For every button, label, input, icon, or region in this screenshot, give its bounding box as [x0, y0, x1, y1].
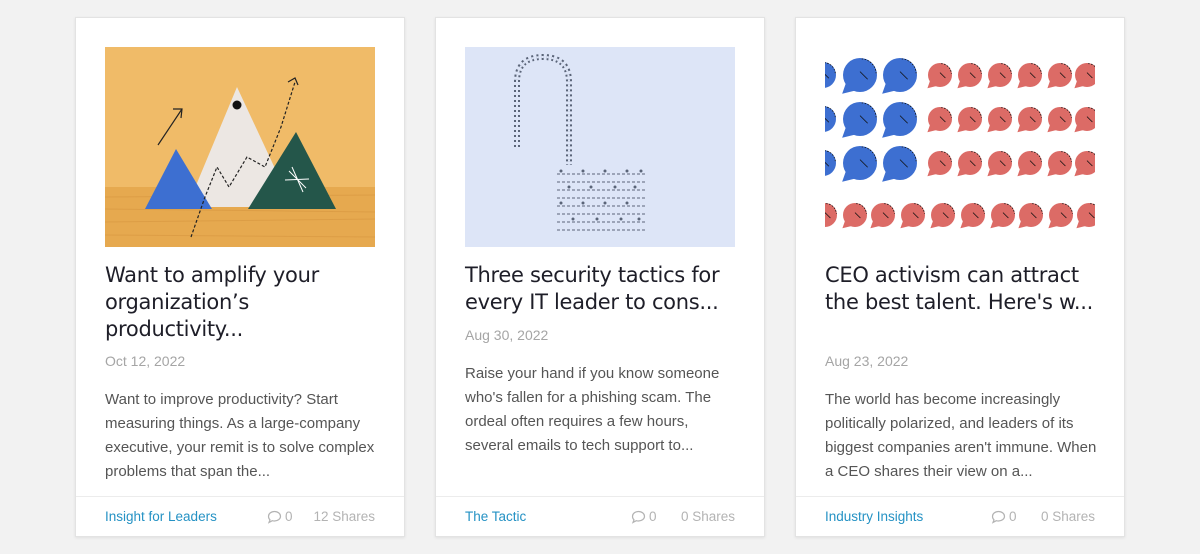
comment-count[interactable]: 0	[267, 509, 293, 524]
article-excerpt: The world has become increasingly politi…	[825, 391, 1097, 480]
share-count[interactable]: 0 Shares	[1041, 509, 1095, 524]
comment-count-value: 0	[649, 509, 657, 524]
category-link[interactable]: The Tactic	[465, 509, 526, 524]
mountains-illustration-icon	[105, 47, 375, 247]
comment-count[interactable]: 0	[991, 509, 1017, 524]
category-link[interactable]: Industry Insights	[825, 509, 923, 524]
article-excerpt: Want to improve productivity? Start meas…	[105, 391, 375, 480]
article-date: Oct 12, 2022	[105, 353, 186, 369]
article-thumbnail[interactable]	[105, 47, 375, 247]
comment-icon	[267, 510, 282, 524]
category-link[interactable]: Insight for Leaders	[105, 509, 217, 524]
article-date: Aug 30, 2022	[465, 327, 549, 343]
share-count[interactable]: 0 Shares	[681, 509, 735, 524]
comment-count[interactable]: 0	[631, 509, 657, 524]
card-footer: Insight for Leaders 0 12 Shares	[76, 496, 404, 538]
comment-icon	[631, 510, 646, 524]
article-card[interactable]: CEO activism can attract the best talent…	[795, 17, 1125, 537]
article-title[interactable]: CEO activism can attract the best talent…	[825, 262, 1097, 316]
speech-bubbles-illustration-icon	[825, 47, 1095, 247]
card-footer: Industry Insights 0 0 Shares	[796, 496, 1124, 538]
article-excerpt: Raise your hand if you know someone who'…	[465, 365, 720, 454]
article-title[interactable]: Want to amplify your organization’s prod…	[105, 262, 377, 343]
card-footer: The Tactic 0 0 Shares	[436, 496, 764, 538]
article-date: Aug 23, 2022	[825, 353, 909, 369]
article-thumbnail[interactable]	[825, 47, 1095, 247]
comment-count-value: 0	[1009, 509, 1017, 524]
article-thumbnail[interactable]	[465, 47, 735, 247]
open-padlock-illustration-icon	[465, 47, 735, 247]
article-title[interactable]: Three security tactics for every IT lead…	[465, 262, 737, 316]
comment-count-value: 0	[285, 509, 293, 524]
comment-icon	[991, 510, 1006, 524]
article-card[interactable]: Want to amplify your organization’s prod…	[75, 17, 405, 537]
article-card[interactable]: Three security tactics for every IT lead…	[435, 17, 765, 537]
share-count[interactable]: 12 Shares	[313, 509, 375, 524]
